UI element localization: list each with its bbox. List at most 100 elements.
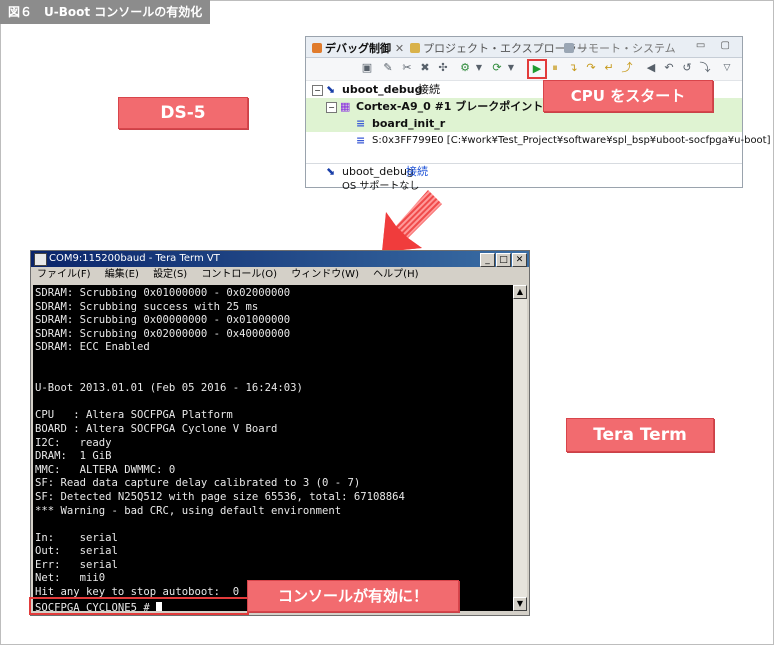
- summary-connection: ⬊ uboot_debug 接続: [306, 164, 742, 180]
- folder-icon: [410, 43, 420, 53]
- close-button[interactable]: ✕: [512, 253, 527, 267]
- menu-help[interactable]: ヘルプ(H): [373, 269, 418, 280]
- panel-divider: [306, 149, 742, 164]
- scroll-down-button[interactable]: ▼: [513, 597, 527, 611]
- debug-connection-icon: ⬊: [326, 83, 336, 96]
- step-return-icon[interactable]: ↵: [602, 61, 616, 75]
- menu-setup[interactable]: 設定(S): [153, 269, 187, 280]
- reverse-step-icon[interactable]: ↶: [662, 61, 676, 75]
- collapse-toggle-icon[interactable]: −: [312, 85, 323, 96]
- menu-control[interactable]: コントロール(O): [201, 269, 277, 280]
- terminal-line: SDRAM: Scrubbing 0x01000000 - 0x02000000: [35, 287, 291, 299]
- remove-all-icon[interactable]: ✣: [436, 61, 450, 75]
- teraterm-titlebar[interactable]: COM9:115200baud - Tera Term VT _ □ ✕: [31, 251, 529, 267]
- terminal-output: SDRAM: Scrubbing 0x01000000 - 0x02000000…: [33, 285, 513, 600]
- terminal-line: *** Warning - bad CRC, using default env…: [35, 504, 342, 517]
- terminal-screen[interactable]: SDRAM: Scrubbing 0x01000000 - 0x02000000…: [33, 285, 513, 611]
- terminal-line: MMC: ALTERA DWMMC: 0: [35, 463, 176, 476]
- scroll-up-button[interactable]: ▲: [513, 285, 527, 299]
- callout-cpu-start: CPU をスタート: [543, 80, 713, 112]
- chevron-down-icon[interactable]: ▼: [472, 61, 486, 75]
- summary-connection-name: uboot_debug: [342, 165, 414, 178]
- terminal-line: DRAM: 1 GiB: [35, 450, 112, 463]
- collapse-icon[interactable]: ▣: [360, 61, 374, 75]
- teraterm-window: COM9:115200baud - Tera Term VT _ □ ✕ ファイル(…: [30, 250, 530, 616]
- reverse-step-out-icon[interactable]: ⤵: [698, 61, 712, 75]
- callout-ds5: DS-5: [118, 97, 248, 129]
- disconnect-icon[interactable]: ✂: [400, 61, 414, 75]
- remove-connection-icon[interactable]: ✖: [418, 61, 432, 75]
- teraterm-app-icon[interactable]: [34, 253, 47, 266]
- prompt-highlight-box: [29, 597, 249, 615]
- maximize-button[interactable]: □: [496, 253, 511, 267]
- connection-status: 接続: [418, 83, 440, 96]
- view-menu-icon[interactable]: ▽: [720, 61, 734, 75]
- remote-systems-icon: [564, 43, 574, 53]
- callout-teraterm: Tera Term: [566, 418, 714, 452]
- terminal-line: SF: Read data capture delay calibrated t…: [35, 477, 361, 490]
- debug-config-icon[interactable]: ⚙: [458, 61, 472, 75]
- terminal-line: BOARD : Altera SOCFPGA Cyclone V Board: [35, 422, 278, 435]
- pause-icon[interactable]: ⏸: [548, 61, 562, 75]
- start-cpu-button[interactable]: ▶: [527, 59, 547, 79]
- terminal-line: Err: serial: [35, 558, 118, 571]
- menu-edit[interactable]: 編集(E): [105, 269, 139, 280]
- terminal-line: SDRAM: Scrubbing 0x00000000 - 0x01000000: [35, 314, 291, 327]
- source-location: S:0x3FF799E0 [C:¥work¥Test_Project¥softw…: [372, 135, 771, 146]
- chevron-down-icon[interactable]: ▼: [504, 61, 518, 75]
- function-name: board_init_r: [372, 117, 446, 130]
- stack-frame-icon: ≡: [356, 134, 366, 147]
- view-window-controls[interactable]: ▭ ▢: [696, 40, 736, 51]
- terminal-line: I2C: ready: [35, 436, 112, 449]
- debug-control-icon: [312, 43, 322, 53]
- ds5-tab-bar: デバッグ制御 ✕ プロジェクト・エクスプローラー リモート・システム ▭ ▢: [306, 37, 742, 58]
- terminal-line: SDRAM: Scrubbing 0x02000000 - 0x40000000: [35, 327, 291, 340]
- vertical-scrollbar[interactable]: ▲ ▼: [513, 285, 527, 611]
- terminal-line: SDRAM: Scrubbing success with 25 ms: [35, 300, 259, 313]
- terminal-line: CPU : Altera SOCFPGA Platform: [35, 409, 233, 422]
- tab-remote-systems[interactable]: リモート・システム: [564, 40, 676, 56]
- tab-project-explorer[interactable]: プロジェクト・エクスプローラー: [410, 40, 588, 56]
- stack-frame-icon: ≡: [356, 117, 366, 130]
- tab-debug-control[interactable]: デバッグ制御 ✕: [312, 40, 404, 56]
- ds5-toolbar: ▣ ✎ ✂ ✖ ✣ ⚙ ▼ ⟳ ▼ ▶ ⏸ ↴ ↷ ↵ ⤴ ◀ ↶ ↺ ⤵ ▽: [306, 58, 742, 81]
- minimize-button[interactable]: _: [480, 253, 495, 267]
- down-left-arrow-icon: [382, 190, 442, 252]
- tab-label: リモート・システム: [577, 42, 676, 55]
- callout-console-enabled: コンソールが有効に！: [247, 580, 459, 612]
- step-out-icon[interactable]: ⤴: [620, 61, 634, 75]
- tab-label: プロジェクト・エクスプローラー: [423, 42, 588, 55]
- terminal-line: In: serial: [35, 531, 118, 544]
- terminal-line: SF: Detected N25Q512 with page size 6553…: [35, 490, 405, 503]
- tab-label: デバッグ制御: [325, 42, 391, 55]
- cpu-core-icon: ▦: [340, 100, 351, 113]
- figure-title: 図６ U-Boot コンソールの有効化: [0, 0, 211, 24]
- step-over-icon[interactable]: ↷: [584, 61, 598, 75]
- connection-name: uboot_debug: [342, 83, 423, 96]
- summary-connection-status: 接続: [406, 165, 428, 178]
- reverse-step-over-icon[interactable]: ↺: [680, 61, 694, 75]
- terminal-line: U-Boot 2013.01.01 (Feb 05 2016 - 16:24:0…: [35, 382, 303, 395]
- debug-connection-icon: ⬊: [326, 165, 336, 178]
- summary-os-support: OS サポートなし: [306, 180, 742, 194]
- connect-icon[interactable]: ✎: [381, 61, 395, 75]
- ds5-debug-panel: デバッグ制御 ✕ プロジェクト・エクスプローラー リモート・システム ▭ ▢ ▣…: [305, 36, 771, 192]
- reverse-run-icon[interactable]: ◀: [644, 61, 658, 75]
- step-into-icon[interactable]: ↴: [566, 61, 580, 75]
- menu-window[interactable]: ウィンドウ(W): [291, 269, 359, 280]
- tree-row-function[interactable]: ≡ board_init_r: [306, 115, 742, 132]
- teraterm-title: COM9:115200baud - Tera Term VT: [49, 253, 220, 264]
- teraterm-menubar: ファイル(F) 編集(E) 設定(S) コントロール(O) ウィンドウ(W) ヘ…: [31, 267, 529, 283]
- refresh-icon[interactable]: ⟳: [490, 61, 504, 75]
- terminal-line: Out: serial: [35, 545, 118, 558]
- close-icon[interactable]: ✕: [395, 42, 404, 55]
- terminal-line: SDRAM: ECC Enabled: [35, 341, 150, 354]
- tree-row-location[interactable]: ≡ S:0x3FF799E0 [C:¥work¥Test_Project¥sof…: [306, 132, 771, 149]
- collapse-toggle-icon[interactable]: −: [326, 102, 337, 113]
- menu-file[interactable]: ファイル(F): [37, 269, 91, 280]
- window-controls: _ □ ✕: [479, 252, 527, 268]
